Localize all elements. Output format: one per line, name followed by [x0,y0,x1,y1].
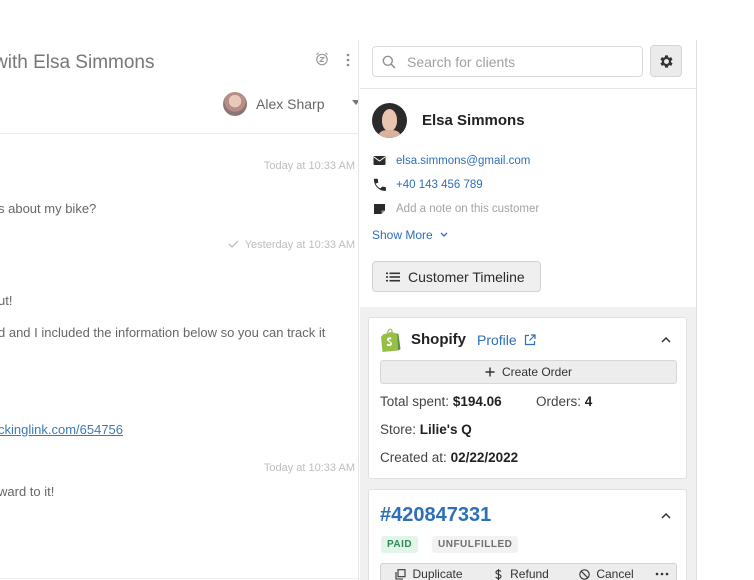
divider [0,133,358,134]
show-more-link[interactable]: Show More [372,228,448,242]
created-label: Created at: [380,450,447,465]
search-box[interactable] [372,46,643,77]
total-spent-value: $194.06 [452,394,502,409]
conversation-pane: with Elsa Simmons Alex Sharp Today at 10… [0,40,359,580]
message-timestamp: Yesterday at 10:33 AM [244,239,355,251]
customer-timeline-button[interactable]: Customer Timeline [372,261,541,292]
shopify-logo-icon [381,328,401,352]
total-spent-label: Total spent: [380,394,450,409]
total-spent: Total spent: $194.06 [380,394,502,409]
note-icon [374,204,385,214]
duplicate-label: Duplicate [412,567,463,580]
plus-icon [485,367,495,377]
search-icon [382,55,396,69]
search-input[interactable] [407,53,627,70]
chevron-up-icon[interactable] [661,512,671,519]
refund-order-button[interactable]: Refund [477,563,566,580]
orders-value: 4 [584,394,593,409]
dollar-icon [495,568,502,580]
order-card: #420847331 PAID UNFULFILLED Duplicate Re… [368,489,687,580]
phone-icon [373,178,386,191]
check-icon [228,240,239,248]
divider [360,88,696,89]
settings-button[interactable] [650,45,682,77]
duplicate-icon [395,568,407,580]
gear-icon [659,54,673,68]
external-link-icon [524,334,536,346]
cancel-order-button[interactable]: Cancel [565,563,649,580]
create-order-label: Create Order [501,365,573,379]
customer-note-input[interactable]: Add a note on this customer [396,203,539,215]
store: Store: Lilie's Q [380,422,472,437]
assignee-name: Alex Sharp [256,96,325,112]
divider [0,578,358,579]
snooze-icon[interactable] [315,52,329,66]
message-text: ut! [0,293,13,308]
more-horizontal-icon [655,572,669,576]
customer-timeline-label: Customer Timeline [408,268,525,285]
message-text: ward to it! [0,484,55,499]
create-order-button[interactable]: Create Order [380,360,677,384]
email-row: elsa.simmons@gmail.com [373,154,530,167]
cancel-label: Cancel [596,567,634,580]
note-row: Add a note on this customer [373,202,539,215]
orders-count: Orders: 4 [536,394,592,409]
fulfillment-status-badge: UNFULFILLED [432,536,519,553]
message-timestamp: Today at 10:33 AM [263,160,355,172]
chevron-down-icon [440,232,448,237]
chevron-up-icon[interactable] [661,336,671,343]
email-icon [373,156,386,165]
created-value: 02/22/2022 [450,450,519,465]
customer-name: Elsa Simmons [422,112,525,129]
more-vert-icon[interactable] [344,52,352,68]
store-value: Lilie's Q [419,422,472,437]
list-icon [386,272,400,281]
store-label: Store: [380,422,417,437]
order-number-link[interactable]: #420847331 [380,504,491,527]
conversation-title: with Elsa Simmons [0,52,155,73]
caret-down-icon [352,100,358,105]
shopify-profile-link[interactable]: Profile [477,332,536,348]
profile-link-label: Profile [477,332,517,348]
avatar [223,92,247,116]
avatar [372,103,407,138]
refund-label: Refund [510,567,549,580]
shopify-title: Shopify [411,331,466,348]
duplicate-order-button[interactable]: Duplicate [380,563,478,580]
message-timestamp-row: Yesterday at 10:33 AM [228,239,355,251]
tracking-link[interactable]: ckinglink.com/654756 [0,422,123,437]
customer-email[interactable]: elsa.simmons@gmail.com [396,155,530,167]
cancel-icon [579,568,591,580]
show-more-label: Show More [372,228,433,242]
message-text: s about my bike? [0,201,97,216]
payment-status-badge: PAID [381,536,419,553]
assignee-selector[interactable]: Alex Sharp [223,92,358,116]
phone-row: +40 143 456 789 [373,178,483,191]
order-more-button[interactable] [648,563,677,580]
message-timestamp: Today at 10:33 AM [263,462,355,474]
customer-phone[interactable]: +40 143 456 789 [396,179,483,191]
message-text: d and I included the information below s… [0,325,326,340]
customer-info-section: Elsa Simmons elsa.simmons@gmail.com +40 … [360,40,696,307]
customer-side-panel: Elsa Simmons elsa.simmons@gmail.com +40 … [360,40,697,580]
created-at: Created at: 02/22/2022 [380,450,518,465]
shopify-card: Shopify Profile Create Order Total spent… [368,317,687,479]
orders-label: Orders: [536,394,582,409]
